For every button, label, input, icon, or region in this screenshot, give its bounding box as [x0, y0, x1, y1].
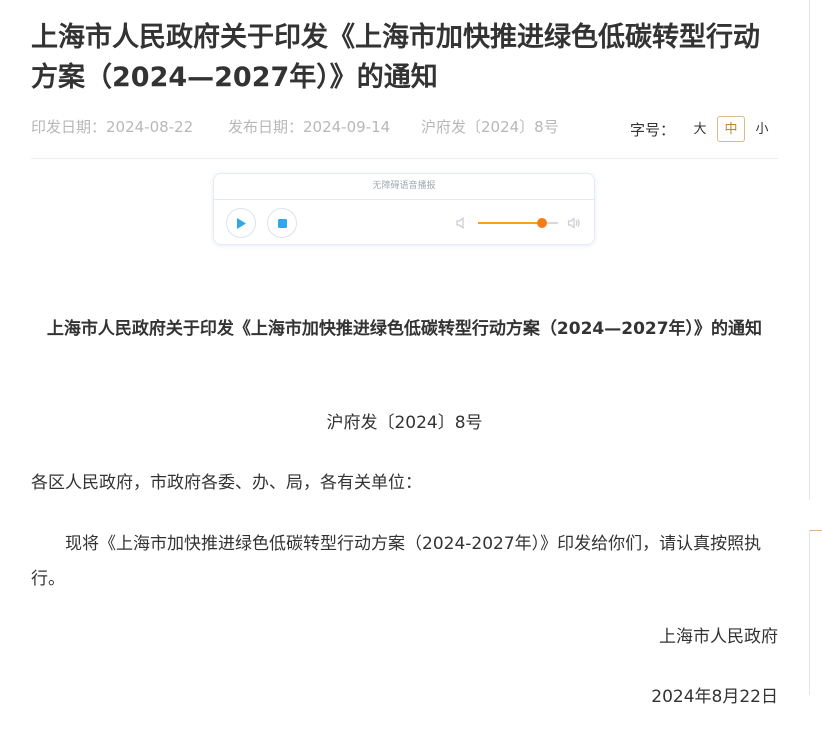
page-title: 上海市人民政府关于印发《上海市加快推进绿色低碳转型行动方案（2024—2027年… — [31, 22, 760, 93]
stop-button[interactable] — [267, 208, 297, 238]
font-size-large-button[interactable]: 大 — [686, 116, 714, 142]
meta-bar: 印发日期：2024-08-22 发布日期：2024-09-14 沪府发〔2024… — [31, 115, 778, 143]
volume-slider[interactable] — [478, 218, 558, 228]
document-date: 2024年8月22日 — [651, 687, 778, 707]
document-signature: 上海市人民政府 — [659, 627, 778, 647]
volume-high-icon[interactable] — [567, 216, 581, 230]
font-size-label: 字号： — [629, 120, 675, 139]
document-addressee: 各区人民政府，市政府各委、办、局，各有关单位： — [31, 473, 422, 493]
doc-number-meta: 沪府发〔2024〕8号 — [421, 118, 559, 136]
header-divider — [31, 158, 778, 159]
document-number: 沪府发〔2024〕8号 — [326, 413, 483, 433]
volume-low-icon[interactable] — [455, 216, 469, 230]
document-body: 现将《上海市加快推进绿色低碳转型行动方案（2024-2027年）》印发给你们，请… — [31, 534, 762, 589]
document-title: 上海市人民政府关于印发《上海市加快推进绿色低碳转型行动方案（2024—2027年… — [46, 319, 763, 339]
player-label: 无障碍语音播报 — [214, 174, 594, 200]
font-size-small-button[interactable]: 小 — [748, 116, 776, 142]
play-icon — [237, 217, 246, 229]
volume-knob[interactable] — [537, 218, 547, 228]
volume-fill — [478, 222, 542, 224]
side-panel-edge — [809, 0, 822, 500]
font-size-switcher: 字号： 大 中 小 — [630, 115, 776, 143]
stop-icon — [277, 218, 287, 228]
font-size-medium-button[interactable]: 中 — [717, 116, 745, 142]
print-date: 印发日期：2024-08-22 — [31, 118, 194, 136]
side-panel-edge — [809, 530, 822, 695]
play-button[interactable] — [226, 208, 256, 238]
audio-player: 无障碍语音播报 — [213, 173, 595, 245]
publish-date: 发布日期：2024-09-14 — [228, 118, 391, 136]
